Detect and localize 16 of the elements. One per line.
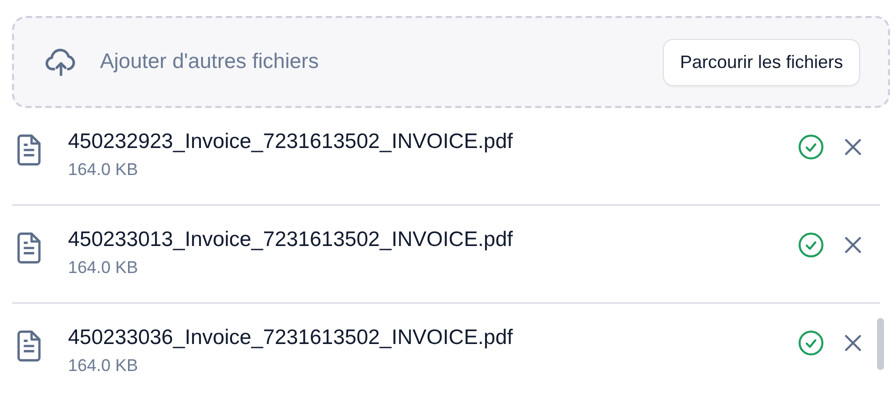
file-name: 450232923_Invoice_7231613502_INVOICE.pdf — [68, 130, 513, 154]
scrollbar[interactable] — [877, 318, 884, 370]
document-icon — [16, 330, 42, 362]
dropzone[interactable]: Ajouter d'autres fichiers Parcourir les fichiers — [12, 16, 890, 108]
file-size: 164.0 KB — [68, 258, 138, 278]
dropzone-label: Ajouter d'autres fichiers — [100, 50, 320, 74]
file-name: 450233036_Invoice_7231613502_INVOICE.pdf — [68, 326, 513, 350]
file-name: 450233013_Invoice_7231613502_INVOICE.pdf — [68, 228, 513, 252]
file-size: 164.0 KB — [68, 160, 138, 180]
close-icon[interactable] — [842, 332, 864, 354]
document-icon — [16, 134, 42, 166]
close-icon[interactable] — [842, 234, 864, 256]
browse-files-button[interactable]: Parcourir les fichiers — [662, 38, 860, 86]
document-icon — [16, 232, 42, 264]
file-size: 164.0 KB — [68, 356, 138, 376]
close-icon[interactable] — [842, 136, 864, 158]
